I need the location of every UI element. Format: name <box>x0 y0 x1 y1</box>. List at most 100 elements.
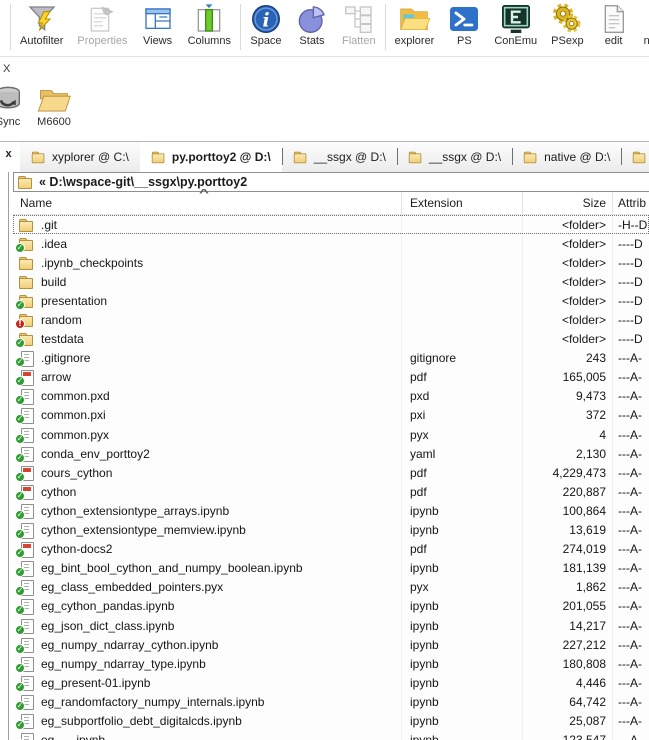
file-row[interactable]: ✓ .gitignore gitignore 243 ---A- <box>13 348 649 368</box>
document-file-icon: ✓ <box>15 733 34 740</box>
check-overlay-icon: ✓ <box>15 376 25 387</box>
toolbar-overflow-marker[interactable]: X <box>3 63 10 75</box>
file-row[interactable]: ✓ cython_extensiontype_memview.ipynb ipynb… <box>13 520 649 540</box>
column-header-attrib[interactable]: Attrib <box>613 192 649 214</box>
tab-ssgx-d[interactable]: __ssgx @ D:\ <box>396 142 513 172</box>
address-bar[interactable]: « D:\wspace-git\__ssgx\py.porttoy2 <box>13 172 649 192</box>
svg-text:i: i <box>262 9 269 31</box>
file-row[interactable]: ✓ eg_….ipynb ipynb123,547---A- <box>13 730 649 740</box>
document-file-icon: ✓ <box>15 675 34 692</box>
file-name: .idea <box>41 236 68 251</box>
toolbar-button-m6600[interactable]: M6600 <box>31 80 77 129</box>
file-row[interactable]: ✓ eg_bint_bool_cython_and_numpy_boolean.i… <box>13 558 649 578</box>
file-extension-cell: pxi <box>402 405 523 426</box>
file-row[interactable]: ✓ eg_present-01.ipynb ipynb 4,446 ---A- <box>13 673 649 693</box>
toolbar-button-space[interactable]: i Space <box>243 0 289 56</box>
file-name: testdata <box>41 332 84 347</box>
file-name: eg_class_embedded_pointers.pyx <box>41 580 224 595</box>
toolbar-button-notepad[interactable]: notepad <box>637 0 649 56</box>
file-row[interactable]: ✓ .idea <folder> ----D <box>13 234 649 254</box>
file-extension-cell: ipynb <box>402 730 523 740</box>
column-headers: Name ^ Extension Size Attrib <box>13 188 649 215</box>
toolbar-button-views[interactable]: Views <box>135 0 181 56</box>
document-file-icon: ✓ <box>15 503 34 520</box>
file-row[interactable]: ✓ eg_subportfolio_debt_digitalcds.ipynb ip… <box>13 711 649 731</box>
file-row[interactable]: .git <folder> -H--D <box>13 215 649 235</box>
file-extension-cell: gitignore <box>402 348 523 368</box>
check-overlay-icon: ✓ <box>15 433 25 444</box>
file-name: random <box>41 313 82 328</box>
file-row[interactable]: ✓ eg_numpy_ndarray_cython.ipynb ipynb 227,2… <box>13 635 649 655</box>
document-file-icon: ✓ <box>15 389 34 406</box>
folder-icon: ✓ <box>15 237 34 253</box>
file-row[interactable]: ✓ eg_cython_pandas.ipynb ipynb 201,055 ---A- <box>13 596 649 616</box>
toolbar-button-stats[interactable]: Stats <box>289 0 335 56</box>
column-header-extension[interactable]: Extension <box>402 192 523 214</box>
file-row[interactable]: ✓ eg_json_dict_class.ipynb ipynb 14,217 ---A… <box>13 615 649 636</box>
tab-close-button[interactable]: x <box>0 142 17 172</box>
file-name: common.pxd <box>41 389 110 404</box>
file-row[interactable]: ! random <folder> ----D <box>13 310 649 330</box>
folder-icon <box>18 175 33 189</box>
file-size-cell: <folder> <box>523 329 613 349</box>
folder-icon <box>633 151 647 164</box>
check-overlay-icon: ✓ <box>15 414 25 425</box>
file-row[interactable]: build <folder> ----D <box>13 272 649 292</box>
file-name: eg_present-01.ipynb <box>41 675 151 690</box>
file-size-cell: 201,055 <box>523 596 613 616</box>
file-row[interactable]: ✓ common.pxd pxd 9,473 ---A- <box>13 386 649 406</box>
toolbar-button-psexp[interactable]: PSexp <box>544 0 590 56</box>
file-row[interactable]: ✓ cours_cython pdf 4,229,473 ---A- <box>13 463 649 483</box>
tab-native-d[interactable]: native @ D:\ <box>512 142 622 172</box>
toolbar-button-autofilter[interactable]: Autofilter <box>13 0 70 56</box>
sort-ascending-icon: ^ <box>198 188 209 199</box>
toolbar-button-properties[interactable]: Properties <box>70 0 134 56</box>
file-row[interactable]: ✓ arrow pdf 165,005 ---A- <box>13 367 649 387</box>
file-row[interactable]: ✓ cython-docs2 pdf 274,019 ---A- <box>13 539 649 559</box>
column-header-name[interactable]: Name ^ <box>13 188 402 214</box>
file-row[interactable]: ✓ common.pxi pxi 372 ---A- <box>13 405 649 426</box>
folder-explorer-icon <box>398 3 431 35</box>
column-header-size[interactable]: Size <box>523 192 613 214</box>
file-row[interactable]: ✓ eg_numpy_ndarray_type.ipynb ipynb 180,808… <box>13 654 649 674</box>
file-row[interactable]: .ipynb_checkpoints <folder> ----D <box>13 253 649 273</box>
tab-label: xyplorer @ C:\ <box>52 150 129 164</box>
toolbar-button-explorer[interactable]: explorer <box>388 0 442 56</box>
file-name: cython_extensiontype_memview.ipynb <box>41 523 246 538</box>
file-row[interactable]: ✓ eg_class_embedded_pointers.pyx pyx 1,862-… <box>13 577 649 597</box>
doc-plain-icon <box>598 3 630 35</box>
powershell-icon <box>448 3 480 35</box>
tab-py-porttoy2-d[interactable]: py.porttoy2 @ D:\ <box>139 142 282 172</box>
document-file-icon: ✓ <box>15 408 34 425</box>
toolbar-button-flatten[interactable]: Flatten <box>335 0 383 56</box>
file-extension-cell: pdf <box>402 482 523 502</box>
toolbar-button-conemu[interactable]: ConEmu <box>487 0 544 56</box>
file-row[interactable]: ✓ eg_randomfactory_numpy_internals.ipynb i… <box>13 692 649 712</box>
toolbar-button-sync[interactable]: Sync <box>0 80 31 129</box>
tab-xyplorer-c[interactable]: xyplorer @ C:\ <box>20 142 140 172</box>
file-attrib-cell: ---A- <box>618 618 642 633</box>
toolbar-button-ps[interactable]: PS <box>441 0 487 56</box>
file-name: eg_bint_bool_cython_and_numpy_boolean.ip… <box>41 561 303 576</box>
toolbar-button-label: Autofilter <box>20 35 64 47</box>
toolbar-button-label: Stats <box>299 35 325 47</box>
file-row[interactable]: ✓ cython_extensiontype_arrays.ipynb ipynb 1… <box>13 501 649 521</box>
file-attrib-cell: ---A- <box>618 542 642 557</box>
check-overlay-icon: ✓ <box>15 395 25 406</box>
tab-ssgx-d[interactable]: __ssgx @ D:\ <box>281 142 397 172</box>
file-name: eg_cython_pandas.ipynb <box>41 599 175 614</box>
file-row[interactable]: ✓ testdata <folder> ----D <box>13 329 649 349</box>
file-extension-cell: ipynb <box>402 654 523 674</box>
file-row[interactable]: ✓ presentation <folder> ----D <box>13 291 649 311</box>
file-row[interactable]: ✓ conda_env_porttoy2 yaml 2,130 ---A- <box>13 444 649 464</box>
document-file-icon: ✓ <box>15 694 34 711</box>
file-size-cell: 14,217 <box>523 615 613 636</box>
folder-icon <box>151 151 166 164</box>
toolbar-button-columns[interactable]: Columns <box>181 0 238 56</box>
file-row[interactable]: ✓ common.pyx pyx 4 ---A- <box>13 425 649 445</box>
tab-bin-c[interactable]: bin @ C:\ <box>621 142 649 172</box>
file-name-cell: .ipynb_checkpoints <box>13 253 402 273</box>
toolbar-button-edit[interactable]: edit <box>591 0 637 56</box>
file-row[interactable]: ✓ cython pdf 220,887 ---A- <box>13 482 649 502</box>
toolbar-button-label: Sync <box>0 116 21 128</box>
